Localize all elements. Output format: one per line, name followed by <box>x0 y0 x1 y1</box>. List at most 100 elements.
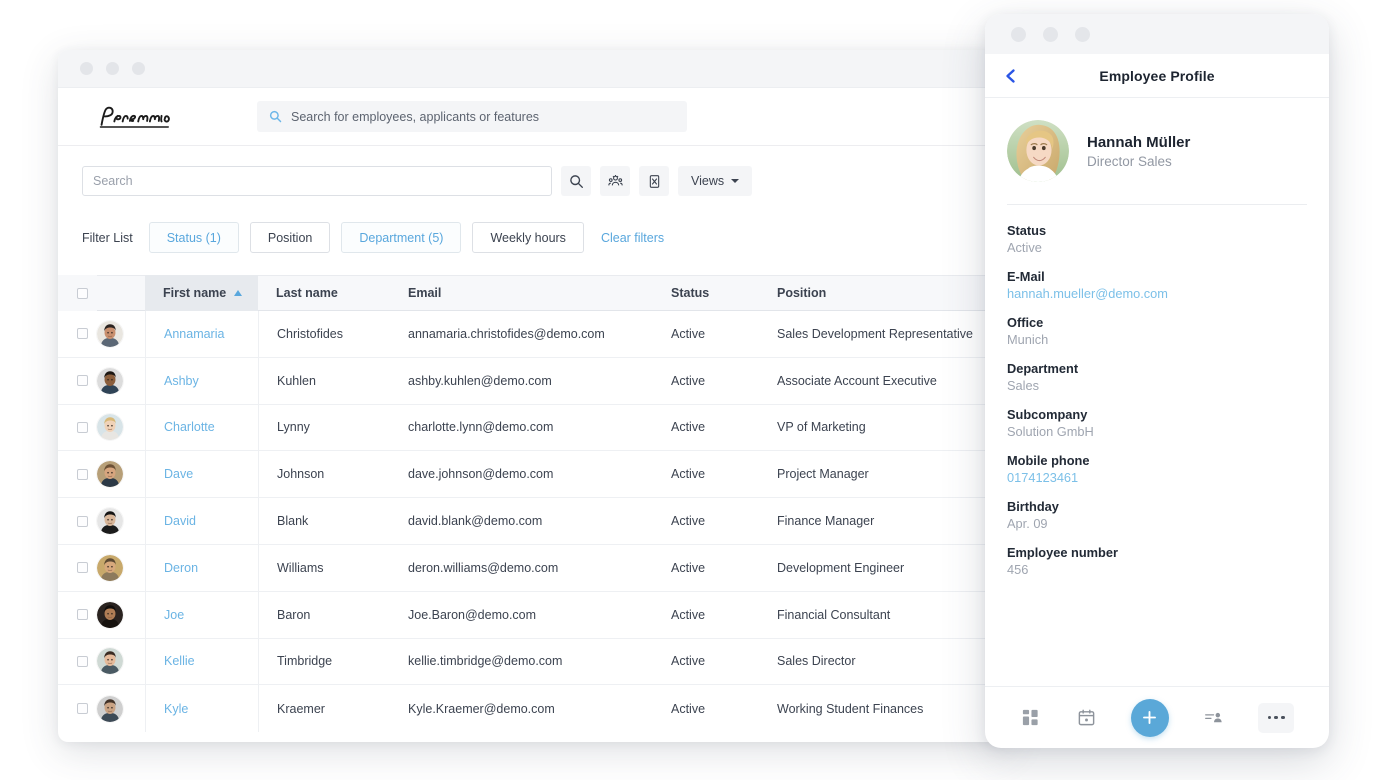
cell-first-name[interactable]: David <box>145 498 258 545</box>
cell-first-name[interactable]: Kyle <box>145 685 258 732</box>
profile-role: Director Sales <box>1087 154 1190 169</box>
row-checkbox[interactable] <box>58 656 97 667</box>
profile-header: Employee Profile <box>985 54 1329 98</box>
people-settings-button[interactable] <box>600 166 630 196</box>
profile-field-value[interactable]: hannah.mueller@demo.com <box>1007 286 1307 301</box>
filter-chip-weekly-hours[interactable]: Weekly hours <box>472 222 584 253</box>
more-options-button[interactable] <box>1258 703 1294 733</box>
profile-field: E-Mail hannah.mueller@demo.com <box>1007 269 1307 301</box>
table-row[interactable]: Annamaria Christofides annamaria.christo… <box>58 311 1010 358</box>
panel-maximize-dot[interactable] <box>1075 27 1090 42</box>
profile-field-value[interactable]: 0174123461 <box>1007 470 1307 485</box>
row-checkbox[interactable] <box>58 422 97 433</box>
column-label: Status <box>671 286 709 300</box>
table-row[interactable]: Ashby Kuhlen ashby.kuhlen@demo.com Activ… <box>58 358 1010 405</box>
avatar <box>97 555 123 581</box>
cell-email: ashby.kuhlen@demo.com <box>386 357 671 404</box>
window-maximize-dot[interactable] <box>132 62 145 75</box>
table-row[interactable]: David Blank david.blank@demo.com Active … <box>58 498 1010 545</box>
employee-table: First name Last name Email Status Positi… <box>58 275 1010 732</box>
row-checkbox[interactable] <box>58 469 97 480</box>
panel-minimize-dot[interactable] <box>1043 27 1058 42</box>
avatar <box>97 648 123 674</box>
table-row[interactable]: Charlotte Lynny charlotte.lynn@demo.com … <box>58 405 1010 452</box>
panel-bottom-toolbar <box>985 686 1329 748</box>
filter-chip-department[interactable]: Department (5) <box>341 222 461 253</box>
add-plus-button[interactable] <box>1131 699 1169 737</box>
row-avatar-cell <box>97 648 145 674</box>
cell-email: kellie.timbridge@demo.com <box>386 638 671 685</box>
chevron-down-icon <box>731 179 739 183</box>
cell-email: Kyle.Kraemer@demo.com <box>386 685 671 732</box>
column-header-first-name[interactable]: First name <box>145 275 258 311</box>
filter-chip-position[interactable]: Position <box>250 222 330 253</box>
cell-email: charlotte.lynn@demo.com <box>386 404 671 451</box>
cell-first-name[interactable]: Charlotte <box>145 404 258 451</box>
column-header-status[interactable]: Status <box>671 286 757 300</box>
row-avatar-cell <box>97 368 145 394</box>
search-button[interactable] <box>561 166 591 196</box>
cell-first-name[interactable]: Kellie <box>145 638 258 685</box>
row-checkbox[interactable] <box>58 516 97 527</box>
cell-email: annamaria.christofides@demo.com <box>386 311 671 358</box>
cell-position: Development Engineer <box>757 544 1010 591</box>
checkbox-box <box>77 562 88 573</box>
cell-first-name[interactable]: Deron <box>145 544 258 591</box>
row-checkbox[interactable] <box>58 375 97 386</box>
cell-status: Active <box>671 591 757 638</box>
column-header-email[interactable]: Email <box>386 286 671 300</box>
clear-filters-link[interactable]: Clear filters <box>601 231 664 245</box>
profile-field-value: 456 <box>1007 562 1307 577</box>
org-chart-people-button[interactable] <box>1203 707 1225 729</box>
filter-chip-status[interactable]: Status (1) <box>149 222 239 253</box>
row-avatar-cell <box>97 508 145 534</box>
row-checkbox[interactable] <box>58 562 97 573</box>
cell-position: VP of Marketing <box>757 404 1010 451</box>
export-excel-button[interactable] <box>639 166 669 196</box>
select-all-checkbox[interactable] <box>58 275 97 311</box>
list-search-input[interactable]: Search <box>82 166 552 196</box>
calendar-button[interactable] <box>1075 707 1097 729</box>
cell-position: Sales Development Representative <box>757 311 1010 358</box>
dashboard-grid-icon <box>1021 708 1040 727</box>
desktop-window: Search for employees, applicants or feat… <box>58 50 1010 742</box>
personio-logo[interactable] <box>82 101 257 133</box>
cell-status: Active <box>671 357 757 404</box>
profile-name: Hannah Müller <box>1087 134 1190 151</box>
table-row[interactable]: Dave Johnson dave.johnson@demo.com Activ… <box>58 451 1010 498</box>
row-checkbox[interactable] <box>58 703 97 714</box>
table-row[interactable]: Joe Baron Joe.Baron@demo.com Active Fina… <box>58 592 1010 639</box>
profile-field: Mobile phone 0174123461 <box>1007 453 1307 485</box>
cell-status: Active <box>671 544 757 591</box>
profile-avatar <box>1007 120 1069 182</box>
profile-field-label: Employee number <box>1007 545 1307 560</box>
search-icon <box>269 110 282 123</box>
cell-first-name[interactable]: Dave <box>145 451 258 498</box>
export-excel-icon <box>647 174 662 189</box>
screenshot-stage: Search for employees, applicants or feat… <box>0 0 1394 780</box>
views-dropdown[interactable]: Views <box>678 166 752 196</box>
dashboard-grid-button[interactable] <box>1020 707 1042 729</box>
cell-position: Sales Director <box>757 638 1010 685</box>
table-row[interactable]: Kellie Timbridge kellie.timbridge@demo.c… <box>58 639 1010 686</box>
cell-position: Project Manager <box>757 451 1010 498</box>
global-search-input[interactable]: Search for employees, applicants or feat… <box>257 101 687 132</box>
cell-first-name[interactable]: Joe <box>145 591 258 638</box>
profile-field-value: Sales <box>1007 378 1307 393</box>
table-row[interactable]: Deron Williams deron.williams@demo.com A… <box>58 545 1010 592</box>
more-dot <box>1281 716 1285 720</box>
window-minimize-dot[interactable] <box>106 62 119 75</box>
panel-close-dot[interactable] <box>1011 27 1026 42</box>
window-close-dot[interactable] <box>80 62 93 75</box>
row-checkbox[interactable] <box>58 328 97 339</box>
table-row[interactable]: Kyle Kraemer Kyle.Kraemer@demo.com Activ… <box>58 685 1010 732</box>
column-header-position[interactable]: Position <box>757 286 1010 300</box>
cell-first-name[interactable]: Annamaria <box>145 311 258 358</box>
cell-status: Active <box>671 311 757 358</box>
column-header-last-name[interactable]: Last name <box>258 286 386 300</box>
row-avatar-cell <box>97 461 145 487</box>
cell-first-name[interactable]: Ashby <box>145 357 258 404</box>
table-body: Annamaria Christofides annamaria.christo… <box>58 311 1010 732</box>
checkbox-box <box>77 469 88 480</box>
row-checkbox[interactable] <box>58 609 97 620</box>
